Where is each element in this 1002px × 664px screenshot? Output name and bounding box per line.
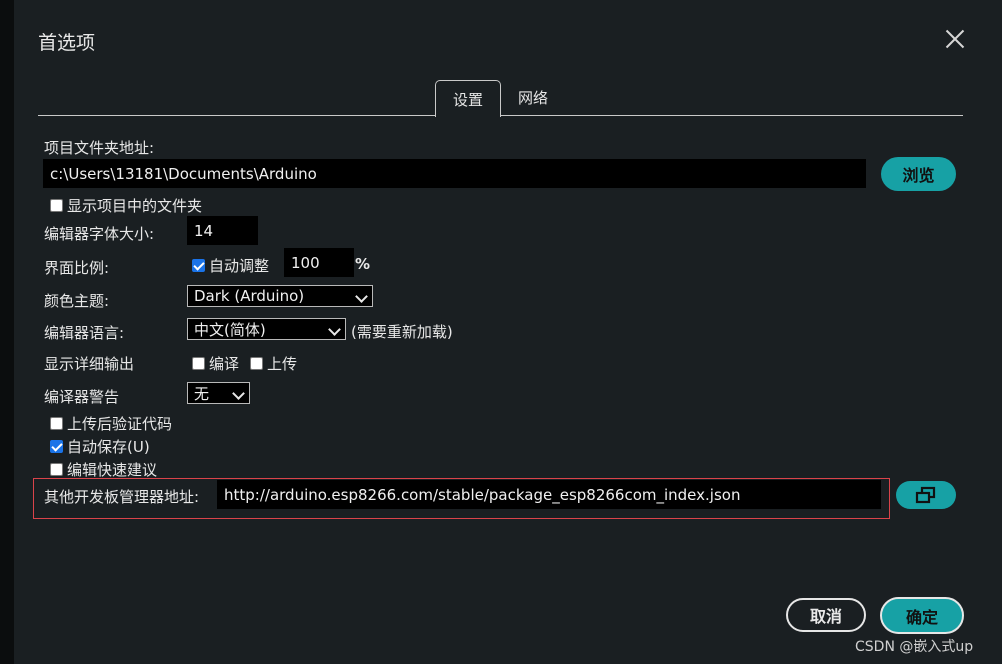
auto-save-option[interactable]: 自动保存(U) (50, 436, 150, 457)
font-size-label: 编辑器字体大小: (44, 225, 155, 243)
open-window-icon (915, 486, 936, 504)
window-edge (0, 0, 14, 664)
board-manager-url-input[interactable]: http://arduino.esp8266.com/stable/packag… (217, 480, 881, 509)
auto-save-checkbox[interactable] (50, 440, 63, 453)
show-files-label: 显示项目中的文件夹 (67, 197, 203, 215)
close-icon[interactable] (944, 28, 966, 50)
quick-suggestions-checkbox[interactable] (50, 463, 63, 476)
verify-after-upload-label: 上传后验证代码 (67, 415, 173, 433)
verbose-compile-label: 编译 (209, 355, 240, 373)
show-files-checkbox[interactable] (50, 199, 63, 212)
verbose-label: 显示详细输出 (44, 355, 135, 373)
auto-scale-option[interactable]: 自动调整 (192, 255, 269, 276)
chevron-down-icon (232, 387, 245, 400)
quick-suggestions-option[interactable]: 编辑快速建议 (50, 459, 157, 480)
tab-network[interactable]: 网络 (507, 80, 559, 115)
auto-save-label: 自动保存(U) (67, 438, 150, 456)
scale-label: 界面比例: (44, 259, 110, 277)
warnings-label: 编译器警告 (44, 388, 120, 406)
quick-suggestions-label: 编辑快速建议 (67, 461, 158, 479)
language-select[interactable]: 中文(简体) (187, 318, 346, 340)
verify-after-upload-option[interactable]: 上传后验证代码 (50, 413, 172, 434)
verbose-upload-option[interactable]: 上传 (250, 353, 297, 374)
verbose-compile-option[interactable]: 编译 (192, 353, 239, 374)
language-note: (需要重新加载) (351, 323, 453, 341)
language-label: 编辑器语言: (44, 324, 125, 342)
sketchbook-label: 项目文件夹地址: (44, 139, 155, 157)
dialog-title: 首选项 (38, 32, 96, 54)
watermark-text: CSDN @嵌入式up (855, 639, 974, 655)
verbose-upload-label: 上传 (267, 355, 298, 373)
warnings-select-value: 无 (194, 384, 210, 403)
browse-button[interactable]: 浏览 (881, 157, 956, 191)
scale-unit: % (355, 255, 371, 273)
ok-button[interactable]: 确定 (880, 597, 964, 634)
verbose-upload-checkbox[interactable] (250, 357, 263, 370)
cancel-button[interactable]: 取消 (786, 598, 866, 632)
scale-input[interactable]: 100 (284, 248, 354, 277)
auto-scale-checkbox[interactable] (192, 259, 205, 272)
theme-select-value: Dark (Arduino) (194, 287, 305, 305)
font-size-input[interactable]: 14 (187, 216, 258, 245)
auto-scale-label: 自动调整 (209, 257, 270, 275)
theme-label: 颜色主题: (44, 292, 110, 310)
language-select-value: 中文(简体) (194, 320, 266, 339)
theme-select[interactable]: Dark (Arduino) (187, 285, 373, 307)
verbose-compile-checkbox[interactable] (192, 357, 205, 370)
chevron-down-icon (355, 290, 368, 303)
warnings-select[interactable]: 无 (187, 382, 250, 404)
edit-urls-button[interactable] (896, 481, 956, 509)
chevron-down-icon (328, 323, 341, 336)
tab-settings[interactable]: 设置 (435, 80, 501, 117)
sketchbook-path-input[interactable]: c:\Users\13181\Documents\Arduino (43, 159, 866, 188)
verify-after-upload-checkbox[interactable] (50, 417, 63, 430)
show-files-option[interactable]: 显示项目中的文件夹 (50, 195, 202, 216)
board-manager-label: 其他开发板管理器地址: (44, 488, 200, 506)
